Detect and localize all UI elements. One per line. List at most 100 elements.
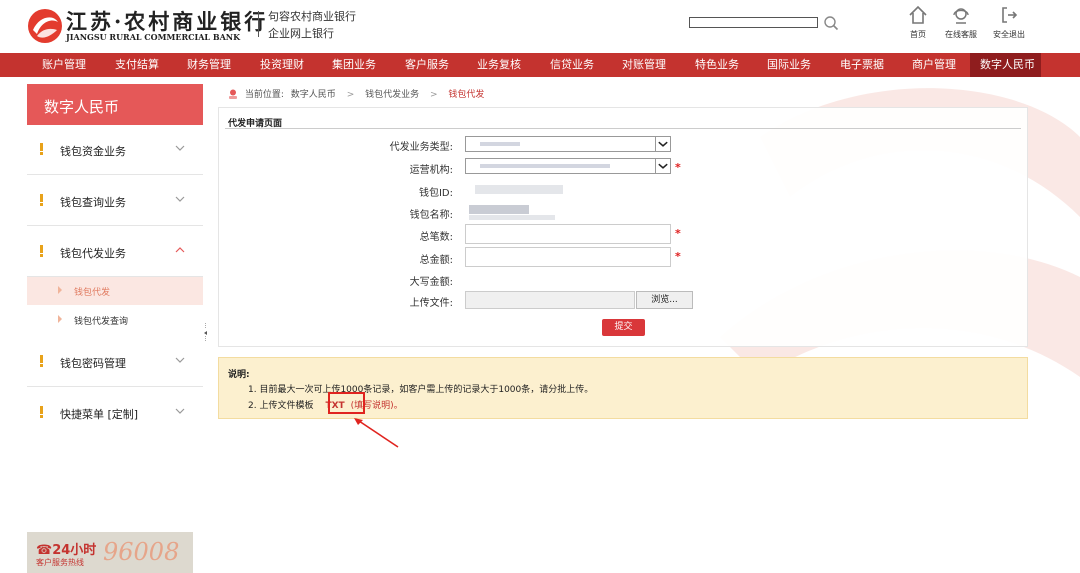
- total-count-label: 总笔数:: [419, 232, 453, 243]
- nav-item-reconcile[interactable]: 对账管理: [622, 53, 666, 77]
- arrow-right-icon: [58, 315, 62, 323]
- bullet-icon: [40, 143, 43, 155]
- payroll-form-panel: 代发申请页面 代发业务类型: 运营机构: * 钱包ID: 钱包名称: 总笔数: …: [218, 107, 1028, 347]
- sidebar-item-label: 钱包代发查询: [74, 317, 129, 327]
- business-type-select[interactable]: [465, 136, 671, 152]
- sidebar-group-label: 钱包代发业务: [60, 247, 126, 260]
- required-mark: *: [675, 161, 681, 174]
- headset-icon: [953, 8, 969, 24]
- nav-item-merchant[interactable]: 商户管理: [912, 53, 956, 77]
- nav-item-investment[interactable]: 投资理财: [260, 53, 304, 77]
- wallet-name-label: 钱包名称:: [409, 210, 453, 221]
- sidebar-group-wallet-payroll[interactable]: 钱包代发业务: [27, 227, 203, 277]
- online-service-link[interactable]: 在线客服: [939, 5, 983, 43]
- redacted-value: [480, 142, 520, 146]
- divider: [225, 128, 1021, 129]
- sidebar-group-label: 钱包查询业务: [60, 196, 126, 209]
- home-link-label: 首页: [910, 30, 926, 39]
- operator-select[interactable]: [465, 158, 671, 174]
- annotation-arrow: [354, 418, 399, 448]
- nav-item-featured[interactable]: 特色业务: [695, 53, 739, 77]
- divider: [27, 174, 203, 175]
- submit-button[interactable]: 提交: [602, 319, 645, 336]
- nav-item-international[interactable]: 国际业务: [767, 53, 811, 77]
- chevron-up-icon: [175, 247, 185, 253]
- breadcrumb-prefix: 当前位置:: [244, 90, 284, 100]
- annotation-highlight-box: [328, 392, 365, 414]
- sidebar-group-wallet-query[interactable]: 钱包查询业务: [27, 176, 203, 226]
- search-icon[interactable]: [823, 15, 839, 31]
- nav-item-digital-rmb[interactable]: 数字人民币: [970, 53, 1041, 77]
- chevron-down-icon: [655, 159, 668, 173]
- chevron-down-icon: [175, 145, 185, 151]
- nav-item-payment[interactable]: 支付结算: [115, 53, 159, 77]
- hotline-banner: ☎24小时 客户服务热线 96008: [27, 532, 193, 573]
- nav-item-service[interactable]: 客户服务: [405, 53, 449, 77]
- sidebar-group-wallet-funds[interactable]: 钱包资金业务: [27, 125, 203, 175]
- brand-name-en: JIANGSU RURAL COMMERCIAL BANK: [66, 32, 241, 42]
- home-link[interactable]: 首页: [896, 5, 940, 43]
- instruction-text: 2. 上传文件模板: [248, 401, 314, 411]
- bullet-icon: [40, 406, 43, 418]
- breadcrumb-separator: >: [346, 90, 355, 100]
- chevron-down-icon: [175, 357, 185, 363]
- nav-item-group[interactable]: 集团业务: [332, 53, 376, 77]
- divider: [27, 386, 203, 387]
- breadcrumb-item[interactable]: 钱包代发业务: [365, 90, 419, 100]
- nav-item-review[interactable]: 业务复核: [477, 53, 521, 77]
- hotline-phone-label: ☎24小时: [36, 543, 97, 558]
- upload-file-path[interactable]: [465, 291, 635, 309]
- online-service-label: 在线客服: [945, 30, 977, 39]
- browse-button[interactable]: 浏览...: [636, 291, 693, 309]
- sidebar-item-label: 钱包代发: [74, 288, 111, 298]
- bullet-icon: [40, 194, 43, 206]
- hotline-number: 96008: [103, 538, 180, 566]
- wallet-id-label: 钱包ID:: [418, 188, 453, 199]
- logout-link[interactable]: 安全退出: [987, 5, 1031, 43]
- divider: [27, 225, 203, 226]
- chevron-down-icon: [175, 196, 185, 202]
- sidebar-collapse-handle[interactable]: [203, 322, 208, 342]
- sidebar-group-quick-menu[interactable]: 快捷菜单 [定制]: [27, 388, 203, 438]
- sidebar-group-label: 钱包密码管理: [60, 357, 126, 370]
- bank-logo: [28, 9, 62, 43]
- sidebar-item-wallet-payroll-query[interactable]: 钱包代发查询: [27, 306, 203, 334]
- nav-item-account[interactable]: 账户管理: [42, 53, 86, 77]
- amount-upper-label: 大写金额:: [409, 277, 453, 288]
- hotline-sub-label: 客户服务热线: [36, 558, 84, 567]
- total-amount-label: 总金额:: [419, 255, 453, 266]
- location-icon: [229, 89, 237, 99]
- bullet-icon: [40, 245, 43, 257]
- sidebar-group-wallet-password[interactable]: 钱包密码管理: [27, 337, 203, 387]
- logout-icon: [1002, 7, 1018, 23]
- upload-file-label: 上传文件:: [409, 298, 453, 309]
- chevron-down-icon: [655, 137, 668, 151]
- home-icon: [909, 5, 927, 24]
- wallet-id-value-redacted: [475, 185, 563, 194]
- breadcrumb-item[interactable]: 数字人民币: [291, 90, 336, 100]
- breadcrumb-separator: >: [430, 90, 438, 100]
- search-input[interactable]: [689, 17, 818, 28]
- top-header: 江苏·农村商业银行 JIANGSU RURAL COMMERCIAL BANK …: [0, 0, 1080, 53]
- brand-divider: [258, 11, 259, 37]
- required-mark: *: [675, 227, 681, 240]
- instruction-line: 1. 目前最大一次可上传1000条记录，如客户需上传的记录大于1000条，请分批…: [248, 385, 594, 395]
- breadcrumb-current: 钱包代发: [448, 90, 485, 100]
- main-nav: 账户管理 支付结算 财务管理 投资理财 集团业务 客户服务 业务复核 信贷业务 …: [0, 53, 1080, 77]
- sidebar-item-wallet-payroll[interactable]: 钱包代发: [27, 277, 203, 305]
- nav-item-finance[interactable]: 财务管理: [187, 53, 231, 77]
- sidebar-group-label: 钱包资金业务: [60, 145, 126, 158]
- total-amount-input[interactable]: [465, 247, 671, 267]
- instructions-title: 说明:: [228, 370, 250, 380]
- breadcrumb: 当前位置: 数字人民币 > 钱包代发业务 > 钱包代发: [228, 87, 484, 100]
- nav-item-ebill[interactable]: 电子票据: [840, 53, 884, 77]
- redacted-value: [480, 164, 610, 168]
- sidebar: 数字人民币 钱包资金业务 钱包查询业务 钱包代发业务 钱包代发 钱包代发查询 钱…: [27, 84, 208, 573]
- business-type-label: 代发业务类型:: [389, 142, 453, 153]
- nav-item-credit[interactable]: 信贷业务: [550, 53, 594, 77]
- total-count-input[interactable]: [465, 224, 671, 244]
- logout-label: 安全退出: [993, 30, 1025, 39]
- sidebar-title-bar: 数字人民币: [27, 84, 203, 125]
- branch-name: 句容农村商业银行: [268, 10, 356, 23]
- arrow-right-icon: [58, 286, 62, 294]
